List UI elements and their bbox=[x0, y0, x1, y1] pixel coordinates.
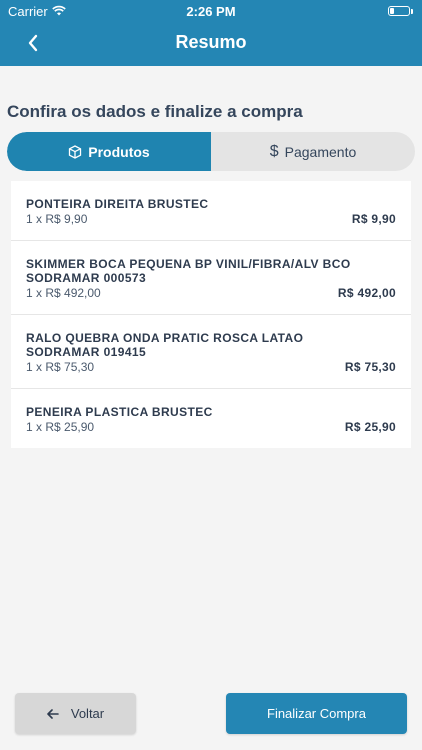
list-item: PONTEIRA DIREITA BRUSTEC 1 x R$ 9,90 R$ … bbox=[11, 181, 411, 241]
tab-produtos-label: Produtos bbox=[88, 143, 150, 160]
box-icon bbox=[69, 144, 82, 159]
back-footer-label: Voltar bbox=[70, 706, 105, 721]
page-title: Resumo bbox=[175, 32, 247, 52]
back-footer-button[interactable]: Voltar bbox=[15, 693, 136, 734]
product-name: PENEIRA PLASTICA BRUSTEC bbox=[26, 405, 213, 419]
battery-icon bbox=[388, 6, 413, 16]
product-total: R$ 9,90 bbox=[351, 212, 396, 226]
list-item: RALO QUEBRA ONDA PRATIC ROSCA LATAO SODR… bbox=[11, 315, 411, 389]
product-total: R$ 75,30 bbox=[344, 360, 396, 374]
finish-purchase-label: Finalizar Compra bbox=[267, 706, 366, 721]
tab-bar: Produtos $ Pagamento bbox=[7, 132, 415, 171]
header-bar: Carrier 2:26 PM Resumo bbox=[0, 0, 422, 66]
product-name: PONTEIRA DIREITA BRUSTEC bbox=[26, 197, 209, 211]
finish-purchase-button[interactable]: Finalizar Compra bbox=[226, 693, 407, 734]
product-total: R$ 492,00 bbox=[337, 286, 396, 300]
list-item: PENEIRA PLASTICA BRUSTEC 1 x R$ 25,90 R$… bbox=[11, 389, 411, 448]
arrow-left-icon bbox=[47, 708, 59, 719]
page-subtitle: Confira os dados e finalize a compra bbox=[7, 102, 303, 121]
product-name: RALO QUEBRA ONDA PRATIC ROSCA LATAO SODR… bbox=[26, 331, 304, 359]
product-qty: 1 x R$ 9,90 bbox=[26, 212, 88, 226]
dollar-icon: $ bbox=[269, 142, 279, 160]
product-qty: 1 x R$ 75,30 bbox=[26, 360, 95, 374]
product-qty: 1 x R$ 25,90 bbox=[26, 420, 95, 434]
product-list: PONTEIRA DIREITA BRUSTEC 1 x R$ 9,90 R$ … bbox=[11, 181, 411, 448]
tab-produtos[interactable]: Produtos bbox=[7, 132, 211, 171]
status-bar: Carrier 2:26 PM bbox=[0, 0, 422, 22]
tab-pagamento[interactable]: $ Pagamento bbox=[211, 132, 415, 171]
clock: 2:26 PM bbox=[186, 4, 236, 19]
list-item: SKIMMER BOCA PEQUENA BP VINIL/FIBRA/ALV … bbox=[11, 241, 411, 315]
product-name: SKIMMER BOCA PEQUENA BP VINIL/FIBRA/ALV … bbox=[26, 257, 351, 285]
product-total: R$ 25,90 bbox=[344, 420, 396, 434]
tab-pagamento-label: Pagamento bbox=[284, 143, 357, 160]
